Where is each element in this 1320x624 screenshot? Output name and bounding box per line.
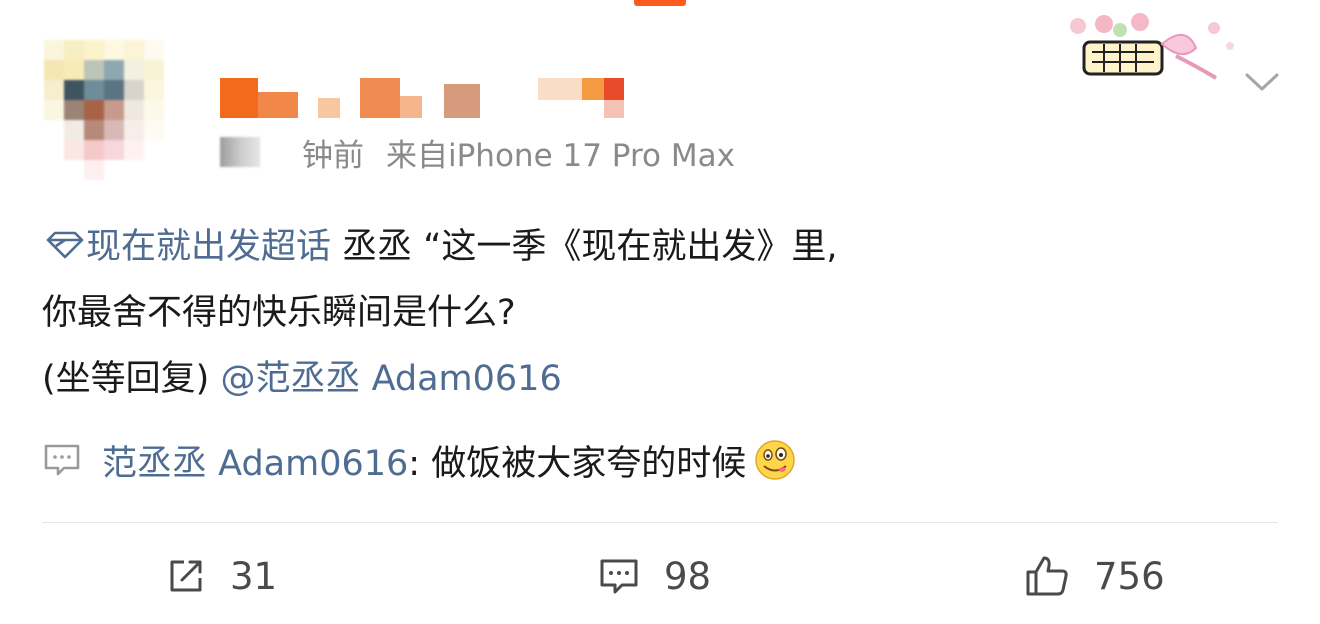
share-count: 31 [230, 554, 278, 598]
share-button[interactable]: 31 [166, 545, 277, 607]
comment-count: 98 [664, 554, 712, 598]
comment-bubble-icon [44, 444, 80, 476]
like-button[interactable]: 756 [1024, 545, 1165, 607]
share-icon [170, 560, 202, 592]
chevron-down-icon[interactable] [1244, 66, 1280, 96]
post-line-2: 你最舍不得的快乐瞬间是什么? [42, 293, 516, 333]
post-meta: 钟前 来自iPhone 17 Pro Max [220, 130, 735, 174]
reply-author[interactable]: 范丞丞 Adam0616 [102, 435, 408, 486]
reply-text: : 做饭被大家夸的时候 [408, 443, 747, 484]
featured-reply[interactable]: 范丞丞 Adam0616 : 做饭被大家夸的时候 [42, 430, 796, 490]
drooling-face-emoji-icon [755, 440, 795, 480]
super-topic-label: 现在就出发超话 [86, 227, 332, 267]
comment-button[interactable]: 98 [598, 545, 711, 607]
post-text-1: 丞丞 “这一季《现在就出发》里, [331, 227, 838, 267]
post-source[interactable]: 来自iPhone 17 Pro Max [386, 130, 735, 175]
post-time: 钟前 [302, 137, 364, 174]
time-blurred [220, 137, 260, 167]
mention-link[interactable]: @范丞丞 Adam0616 [220, 359, 561, 399]
post-line-1: 现在就出发超话 丞丞 “这一季《现在就出发》里, [42, 214, 1282, 280]
post-text-3: (坐等回复) [42, 359, 221, 399]
divider [42, 522, 1278, 523]
decorative-cake-badge-icon [1070, 13, 1234, 80]
post-body: 现在就出发超话 丞丞 “这一季《现在就出发》里, 你最舍不得的快乐瞬间是什么? … [42, 214, 1282, 412]
diamond-icon [46, 231, 84, 259]
top-indicator [634, 0, 686, 6]
username-blurred[interactable] [220, 78, 650, 122]
like-count: 756 [1094, 554, 1165, 598]
thumbs-up-icon [1026, 556, 1068, 596]
super-topic-link[interactable]: 现在就出发超话 [42, 227, 331, 267]
comment-icon [600, 559, 638, 594]
action-bar: 31 98 756 [0, 545, 1320, 607]
post-line-3: (坐等回复) @范丞丞 Adam0616 [42, 346, 1282, 412]
avatar[interactable] [44, 40, 184, 180]
